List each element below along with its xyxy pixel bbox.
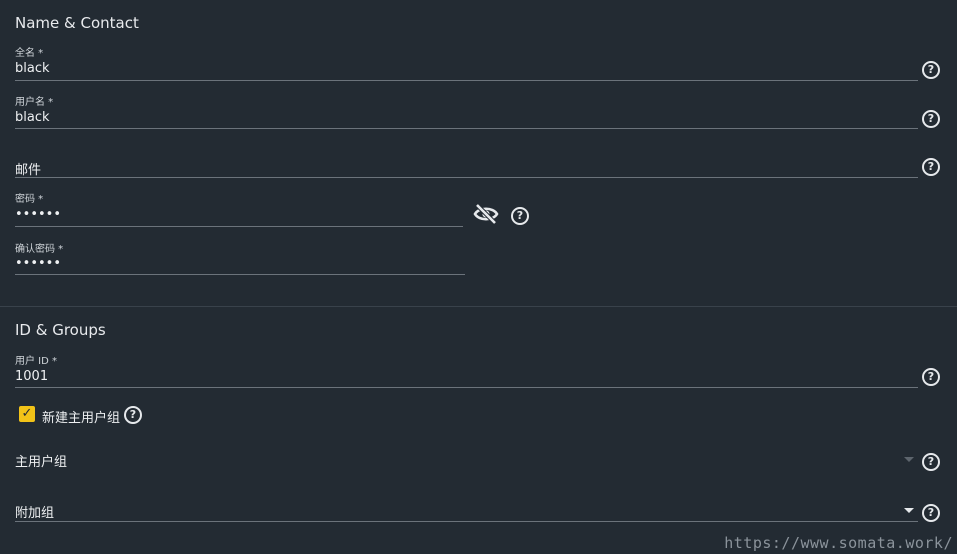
chevron-down-icon[interactable]	[904, 457, 914, 462]
full-name-field[interactable]: 全名 * black	[15, 44, 918, 84]
create-primary-group-checkbox[interactable]: ✓	[19, 406, 35, 422]
help-icon[interactable]: ?	[922, 158, 940, 176]
section-title-id-groups: ID & Groups	[15, 321, 106, 339]
primary-group-select[interactable]: 主用户组	[15, 440, 918, 470]
username-label: 用户名 *	[15, 97, 54, 108]
email-placeholder: 邮件	[15, 163, 42, 178]
help-icon[interactable]: ?	[511, 207, 529, 225]
primary-group-placeholder: 主用户组	[15, 455, 68, 470]
password-label: 密码 *	[15, 194, 44, 205]
chevron-down-icon[interactable]	[904, 508, 914, 513]
username-underline	[15, 128, 918, 129]
help-icon[interactable]: ?	[124, 406, 142, 424]
user-id-underline	[15, 387, 918, 388]
help-icon[interactable]: ?	[922, 61, 940, 79]
help-icon[interactable]: ?	[922, 110, 940, 128]
confirm-password-label: 确认密码 *	[15, 244, 64, 255]
aux-groups-placeholder: 附加组	[15, 506, 55, 521]
watermark: https://www.somata.work/	[724, 534, 953, 552]
confirm-password-underline	[15, 274, 465, 275]
email-underline	[15, 177, 918, 178]
user-id-field[interactable]: 用户 ID * 1001	[15, 352, 918, 392]
help-icon[interactable]: ?	[922, 368, 940, 386]
user-id-input[interactable]: 1001	[15, 369, 48, 384]
section-divider	[0, 306, 957, 307]
confirm-password-input[interactable]: ••••••	[15, 256, 61, 271]
help-icon[interactable]: ?	[922, 504, 940, 522]
user-id-label: 用户 ID *	[15, 356, 58, 367]
password-underline	[15, 226, 463, 227]
full-name-label: 全名 *	[15, 48, 44, 59]
aux-groups-select[interactable]: 附加组	[15, 490, 918, 524]
aux-groups-underline	[15, 521, 918, 522]
password-input[interactable]: ••••••	[15, 207, 61, 222]
section-title-name-contact: Name & Contact	[15, 14, 139, 32]
create-primary-group-label: 新建主用户组	[42, 411, 121, 426]
help-icon[interactable]: ?	[922, 453, 940, 471]
email-field[interactable]: 邮件	[15, 142, 918, 182]
password-field[interactable]: 密码 * ••••••	[15, 190, 463, 230]
username-input[interactable]: black	[15, 110, 50, 125]
username-field[interactable]: 用户名 * black	[15, 93, 918, 133]
full-name-underline	[15, 80, 918, 81]
confirm-password-field[interactable]: 确认密码 * ••••••	[15, 240, 465, 280]
full-name-input[interactable]: black	[15, 61, 50, 76]
eye-off-icon[interactable]	[473, 203, 499, 225]
